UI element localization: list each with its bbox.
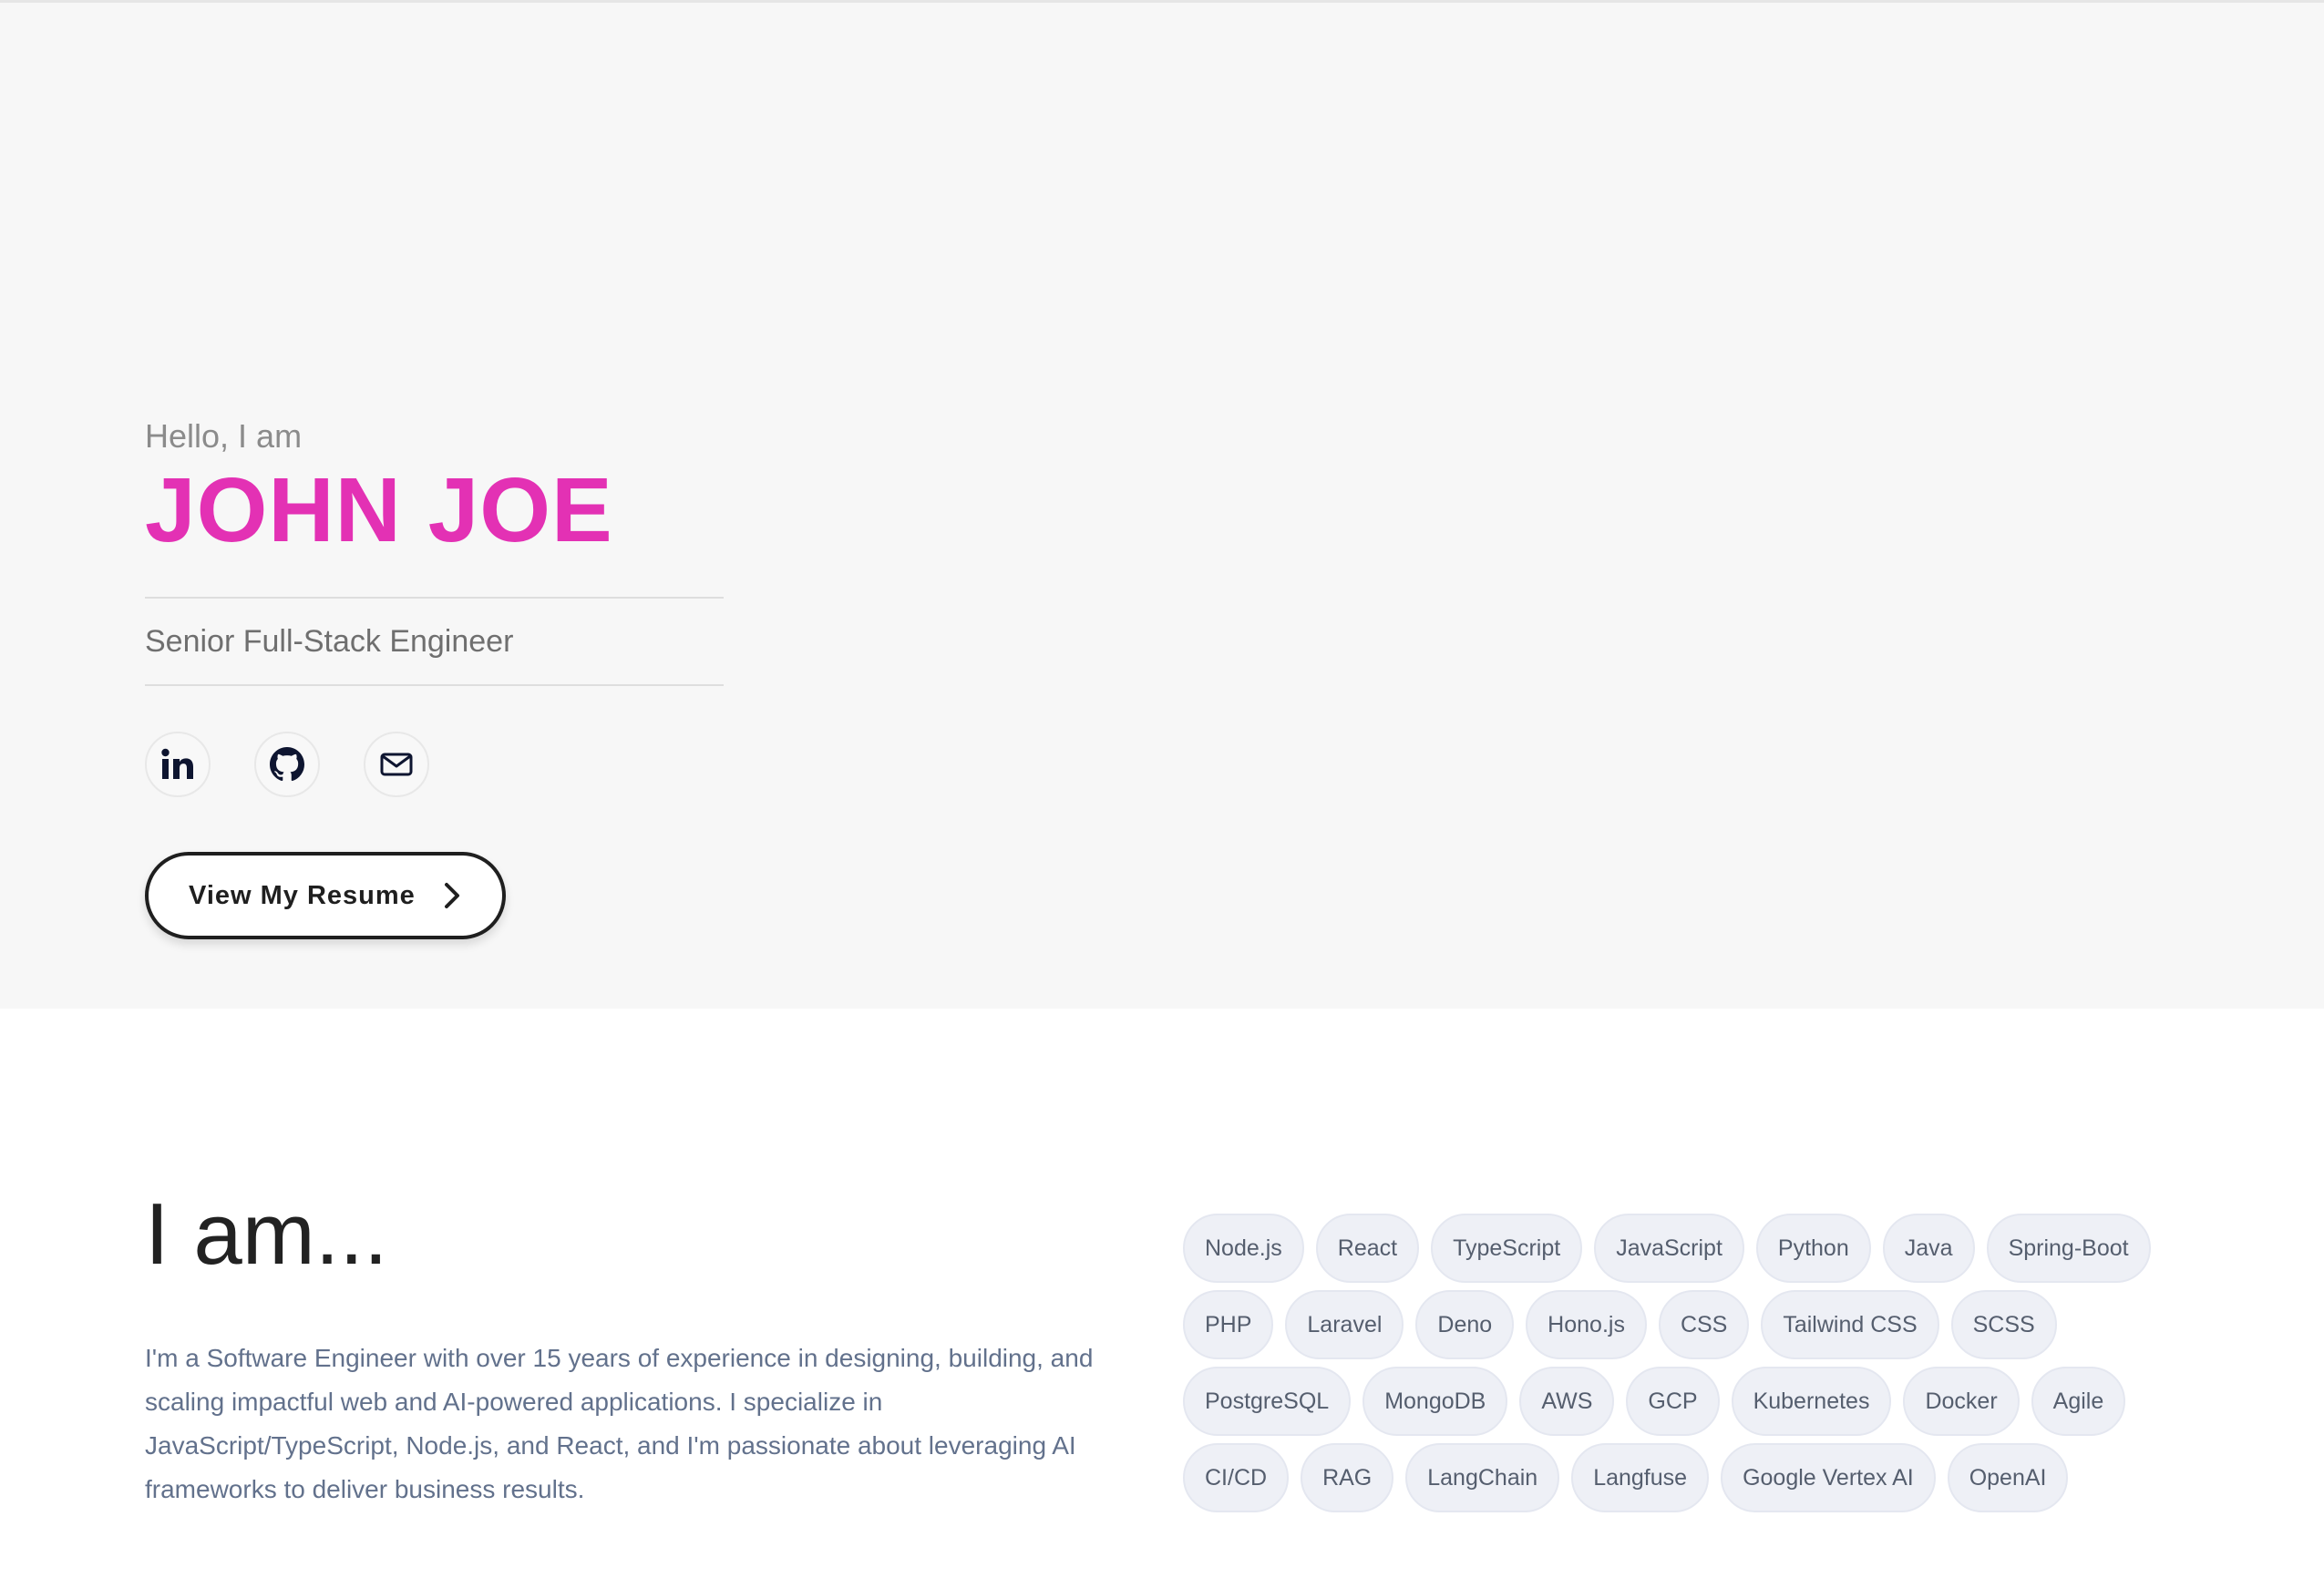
skill-chip: PHP <box>1183 1290 1274 1359</box>
skill-chip: PostgreSQL <box>1183 1367 1352 1436</box>
hero-name: JOHN JOE <box>145 459 613 561</box>
skill-chip: OpenAI <box>1947 1443 2069 1512</box>
skill-chip: React <box>1315 1214 1420 1283</box>
about-description: I'm a Software Engineer with over 15 yea… <box>145 1344 1094 1503</box>
skill-chip: SCSS <box>1950 1290 2057 1359</box>
skill-chip: Node.js <box>1183 1214 1304 1283</box>
view-resume-button[interactable]: View My Resume <box>145 852 506 939</box>
skill-row: CI/CD RAG LangChain Langfuse Google Vertex A… <box>1183 1443 2149 1512</box>
hero-title: Senior Full-Stack Engineer <box>145 623 514 659</box>
skill-chip: Agile <box>2031 1367 2126 1436</box>
skills-list: Node.js React TypeScript JavaScript Python Ja… <box>1183 1214 2151 1520</box>
skill-chip: MongoDB <box>1363 1367 1508 1436</box>
chevron-right-icon <box>443 882 461 909</box>
skill-row: PostgreSQL MongoDB AWS GCP Kubernetes Docker A… <box>1183 1367 2149 1436</box>
skill-chip: Laravel <box>1285 1290 1404 1359</box>
skill-chip: RAG <box>1301 1443 1394 1512</box>
about-intro: I am... I'm a Software Engineer with ove… <box>145 1189 1147 1511</box>
email-link[interactable] <box>364 732 429 797</box>
skill-chip: Deno <box>1415 1290 1515 1359</box>
hero-section: Hello, I am JOHN JOE Senior Full-Stack E… <box>0 0 2324 1009</box>
linkedin-icon <box>160 748 195 781</box>
about-heading: I am... <box>145 1185 388 1283</box>
skill-chip: Java <box>1882 1214 1975 1283</box>
linkedin-link[interactable] <box>145 732 211 797</box>
skill-row: Node.js React TypeScript JavaScript Python Ja… <box>1183 1214 2151 1283</box>
skill-chip: CI/CD <box>1183 1443 1290 1512</box>
skill-chip: AWS <box>1519 1367 1615 1436</box>
mail-icon <box>380 752 413 777</box>
hero-greeting: Hello, I am <box>145 417 303 455</box>
skill-chip: Tailwind CSS <box>1761 1290 1939 1359</box>
github-icon <box>270 747 304 782</box>
skill-chip: LangChain <box>1405 1443 1560 1512</box>
hero-content: Hello, I am JOHN JOE Senior Full-Stack E… <box>145 413 874 939</box>
skill-chip: JavaScript <box>1594 1214 1744 1283</box>
skill-chip: Kubernetes <box>1731 1367 1892 1436</box>
github-link[interactable] <box>254 732 320 797</box>
skill-chip: Docker <box>1903 1367 2020 1436</box>
skill-row: PHP Laravel Deno Hono.js CSS Tailwind CSS SCSS <box>1183 1290 2149 1359</box>
social-links <box>145 732 874 797</box>
about-section: I am... I'm a Software Engineer with ove… <box>0 1009 2324 1578</box>
skill-chip: Spring-Boot <box>1986 1214 2151 1283</box>
hero-title-box: Senior Full-Stack Engineer <box>145 597 724 686</box>
view-resume-label: View My Resume <box>189 880 416 910</box>
skill-chip: Langfuse <box>1571 1443 1710 1512</box>
skill-chip: CSS <box>1658 1290 1750 1359</box>
skill-chip: Python <box>1755 1214 1871 1283</box>
skill-chip: GCP <box>1626 1367 1720 1436</box>
skill-chip: Google Vertex AI <box>1721 1443 1936 1512</box>
skill-chip: Hono.js <box>1526 1290 1647 1359</box>
skill-chip: TypeScript <box>1431 1214 1583 1283</box>
